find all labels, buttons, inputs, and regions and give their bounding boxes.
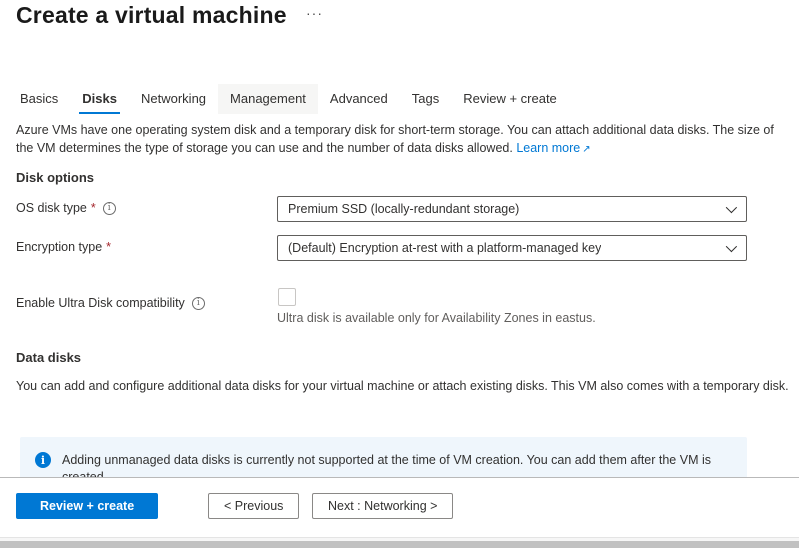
encryption-type-value: (Default) Encryption at-rest with a plat… — [288, 241, 601, 255]
encryption-type-label: Encryption type * — [16, 240, 111, 254]
data-disks-description-line2: temporary disk. — [703, 379, 788, 393]
info-icon[interactable]: i — [103, 202, 116, 215]
tab-tags[interactable]: Tags — [400, 84, 451, 114]
tab-advanced[interactable]: Advanced — [318, 84, 400, 114]
horizontal-scrollbar-track[interactable] — [0, 537, 799, 548]
wizard-tabs: Basics Disks Networking Management Advan… — [8, 84, 569, 114]
required-marker: * — [106, 240, 111, 254]
learn-more-link[interactable]: Learn more — [516, 141, 580, 155]
chevron-down-icon — [726, 241, 737, 252]
tab-networking[interactable]: Networking — [129, 84, 218, 114]
os-disk-type-value: Premium SSD (locally-redundant storage) — [288, 202, 519, 216]
os-disk-type-dropdown[interactable]: Premium SSD (locally-redundant storage) — [277, 196, 747, 222]
ultra-disk-label: Enable Ultra Disk compatibility i — [16, 296, 205, 310]
info-icon[interactable]: i — [192, 297, 205, 310]
tab-review-create[interactable]: Review + create — [451, 84, 569, 114]
intro-line1: Azure VMs have one operating system disk… — [16, 123, 709, 137]
previous-button[interactable]: < Previous — [208, 493, 299, 519]
required-marker: * — [91, 201, 96, 215]
info-filled-icon: i — [35, 452, 51, 468]
horizontal-scrollbar-thumb[interactable] — [0, 541, 799, 548]
encryption-type-dropdown[interactable]: (Default) Encryption at-rest with a plat… — [277, 235, 747, 261]
ultra-disk-checkbox[interactable] — [278, 288, 296, 306]
data-disks-description: You can add and configure additional dat… — [16, 378, 791, 396]
os-disk-type-label: OS disk type * i — [16, 201, 116, 215]
tab-basics[interactable]: Basics — [8, 84, 70, 114]
data-disks-heading: Data disks — [16, 350, 81, 365]
create-vm-page: Create a virtual machine ··· Basics Disk… — [0, 0, 799, 548]
disk-options-heading: Disk options — [16, 170, 94, 185]
chevron-down-icon — [726, 202, 737, 213]
tab-management[interactable]: Management — [218, 84, 318, 114]
ultra-disk-helper-text: Ultra disk is available only for Availab… — [277, 311, 596, 325]
page-title: Create a virtual machine — [16, 2, 287, 29]
more-options-icon[interactable]: ··· — [306, 6, 323, 20]
disks-intro-text: Azure VMs have one operating system disk… — [16, 122, 794, 158]
external-link-icon: ↗ — [582, 144, 590, 155]
next-networking-button[interactable]: Next : Networking > — [312, 493, 453, 519]
tab-disks[interactable]: Disks — [70, 84, 129, 114]
review-create-button[interactable]: Review + create — [16, 493, 158, 519]
data-disks-description-line1: You can add and configure additional dat… — [16, 379, 700, 393]
wizard-footer: Review + create < Previous Next : Networ… — [0, 477, 799, 537]
